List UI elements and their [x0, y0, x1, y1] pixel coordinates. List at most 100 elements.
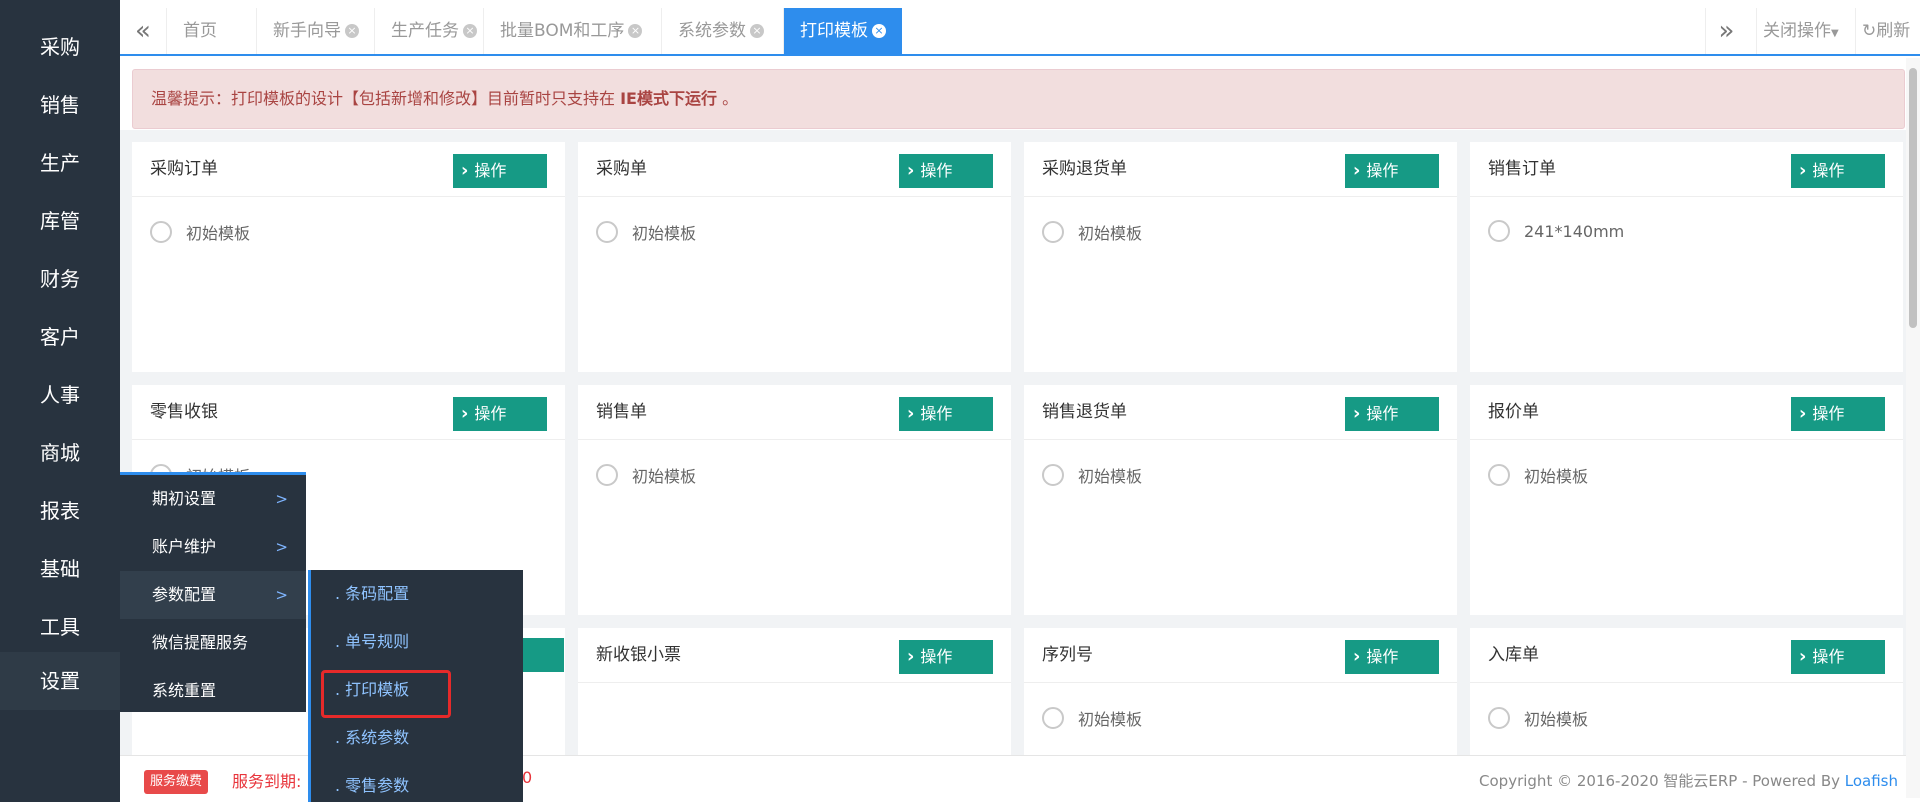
- template-card: 采购退货单 › 操作 初始模板: [1024, 142, 1457, 372]
- nav-item-finance[interactable]: 财务: [0, 250, 120, 308]
- operate-label: 操作: [920, 161, 953, 180]
- loafish-link[interactable]: Loafish: [1845, 772, 1898, 790]
- menu-item-barcode-config[interactable]: . 条码配置: [311, 570, 523, 618]
- tab-scroll-left-icon[interactable]: «: [122, 8, 164, 54]
- tab-home[interactable]: 首页: [166, 8, 233, 54]
- operate-button[interactable]: › 操作: [899, 640, 993, 674]
- divider: [1470, 682, 1903, 683]
- template-option[interactable]: 初始模板: [1042, 706, 1142, 730]
- menu-item-system-reset[interactable]: 系统重置: [120, 667, 306, 715]
- tab-system-params[interactable]: 系统参数 ×: [661, 8, 780, 54]
- nav-item-hr[interactable]: 人事: [0, 366, 120, 424]
- radio-icon[interactable]: [150, 221, 172, 243]
- tab-production-task[interactable]: 生产任务 ×: [374, 8, 493, 54]
- divider: [1470, 196, 1903, 197]
- template-option-label: 初始模板: [1524, 710, 1589, 729]
- tab-label: 系统参数: [678, 21, 746, 41]
- menu-item-account-maintenance[interactable]: 账户维护 >: [120, 523, 306, 571]
- card-title: 销售单: [596, 402, 647, 422]
- nav-item-mall[interactable]: 商城: [0, 424, 120, 482]
- operate-button[interactable]: › 操作: [899, 154, 993, 188]
- close-icon[interactable]: ×: [750, 24, 764, 38]
- menu-item-opening-setup[interactable]: 期初设置 >: [120, 475, 306, 523]
- tab-guide[interactable]: 新手向导 ×: [256, 8, 375, 54]
- menu-item-label: 期初设置: [152, 489, 217, 508]
- tab-batch-bom[interactable]: 批量BOM和工序 ×: [483, 8, 658, 54]
- nav-item-production[interactable]: 生产: [0, 134, 120, 192]
- close-ops-dropdown[interactable]: 关闭操作▼: [1756, 8, 1845, 54]
- menu-item-number-rules[interactable]: . 单号规则: [311, 618, 523, 666]
- card-title: 采购退货单: [1042, 159, 1127, 179]
- radio-icon[interactable]: [1488, 220, 1510, 242]
- refresh-icon: ↻: [1862, 21, 1877, 41]
- close-icon[interactable]: ×: [463, 24, 477, 38]
- tab-label: 首页: [183, 21, 217, 41]
- nav-item-tools[interactable]: 工具: [0, 598, 120, 656]
- chevron-right-icon: ›: [1799, 646, 1807, 667]
- card-title: 销售退货单: [1042, 402, 1127, 422]
- menu-item-param-config[interactable]: 参数配置 >: [120, 571, 306, 619]
- refresh-button[interactable]: ↻刷新: [1855, 8, 1916, 54]
- tab-label: 生产任务: [391, 21, 459, 41]
- nav-item-sales[interactable]: 销售: [0, 76, 120, 134]
- nav-item-reports[interactable]: 报表: [0, 482, 120, 540]
- card-title: 零售收银: [150, 402, 218, 422]
- close-icon[interactable]: ×: [872, 24, 886, 38]
- radio-icon[interactable]: [596, 221, 618, 243]
- scrollbar[interactable]: [1906, 58, 1920, 798]
- card-title: 入库单: [1488, 645, 1539, 665]
- radio-icon[interactable]: [1042, 464, 1064, 486]
- menu-item-system-params[interactable]: . 系统参数: [311, 714, 523, 762]
- menu-item-wechat-reminder[interactable]: 微信提醒服务: [120, 619, 306, 667]
- operate-button[interactable]: [521, 638, 564, 672]
- notice-suffix: 。: [716, 89, 739, 108]
- close-icon[interactable]: ×: [345, 24, 359, 38]
- operate-button[interactable]: › 操作: [899, 397, 993, 431]
- template-option[interactable]: 初始模板: [596, 463, 696, 487]
- card-title: 序列号: [1042, 645, 1093, 665]
- nav-item-settings[interactable]: 设置: [0, 652, 120, 710]
- divider: [1024, 439, 1457, 440]
- nav-item-purchase[interactable]: 采购: [0, 18, 120, 76]
- operate-button[interactable]: › 操作: [1791, 154, 1885, 188]
- operate-button[interactable]: › 操作: [1791, 397, 1885, 431]
- divider: [578, 682, 1011, 683]
- nav-item-inventory[interactable]: 库管: [0, 192, 120, 250]
- scrollbar-thumb[interactable]: [1909, 68, 1917, 328]
- radio-icon[interactable]: [1488, 707, 1510, 729]
- menu-item-retail-params[interactable]: . 零售参数: [311, 762, 523, 810]
- close-icon[interactable]: ×: [628, 24, 643, 38]
- template-option[interactable]: 初始模板: [596, 220, 696, 244]
- operate-button[interactable]: › 操作: [453, 397, 547, 431]
- template-option[interactable]: 初始模板: [1488, 706, 1588, 730]
- card-title: 采购单: [596, 159, 647, 179]
- template-option[interactable]: 241*140mm: [1488, 220, 1624, 242]
- tab-print-template[interactable]: 打印模板 ×: [783, 8, 902, 54]
- operate-label: 操作: [1812, 647, 1845, 666]
- nav-item-customer[interactable]: 客户: [0, 308, 120, 366]
- radio-icon[interactable]: [596, 464, 618, 486]
- template-option-label: 初始模板: [1078, 710, 1143, 729]
- menu-item-print-template[interactable]: . 打印模板: [311, 666, 523, 718]
- nav-item-basics[interactable]: 基础: [0, 540, 120, 598]
- operate-button[interactable]: › 操作: [1345, 397, 1439, 431]
- template-option[interactable]: 初始模板: [150, 220, 250, 244]
- template-option[interactable]: 初始模板: [1488, 463, 1588, 487]
- left-nav: 采购 销售 生产 库管 财务 客户 人事 商城 报表 基础 工具 设置: [0, 0, 120, 802]
- operate-button[interactable]: › 操作: [1345, 154, 1439, 188]
- notice-prefix: 温馨提示：打印模板的设计【包括新增和修改】目前暂时只支持在: [151, 89, 621, 108]
- operate-button[interactable]: › 操作: [1791, 640, 1885, 674]
- radio-icon[interactable]: [1488, 464, 1510, 486]
- template-option-label: 241*140mm: [1524, 221, 1625, 241]
- chevron-right-icon: ›: [1799, 403, 1807, 424]
- operate-button[interactable]: › 操作: [1345, 640, 1439, 674]
- template-option[interactable]: 初始模板: [1042, 463, 1142, 487]
- service-payment-button[interactable]: 服务缴费: [144, 770, 209, 794]
- tab-scroll-right-icon[interactable]: »: [1705, 8, 1747, 54]
- card-title: 新收银小票: [596, 645, 681, 665]
- operate-button[interactable]: › 操作: [453, 154, 547, 188]
- template-option[interactable]: 初始模板: [1042, 220, 1142, 244]
- radio-icon[interactable]: [1042, 707, 1064, 729]
- template-card: 采购订单 › 操作 初始模板: [132, 142, 565, 372]
- radio-icon[interactable]: [1042, 221, 1064, 243]
